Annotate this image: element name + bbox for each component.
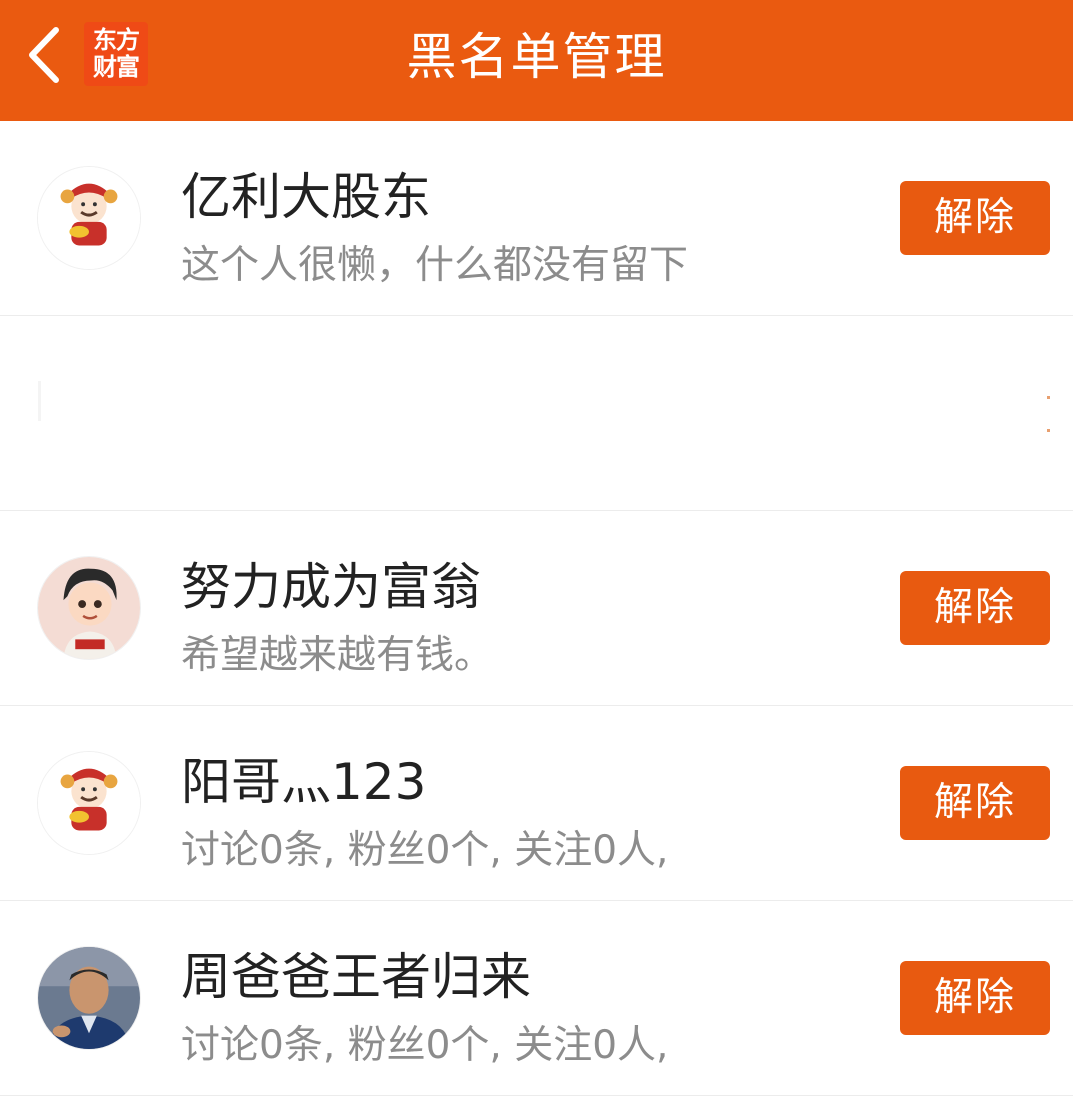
mascot-avatar[interactable]	[37, 751, 141, 855]
page-title: 黑名单管理	[406, 28, 667, 86]
edge-artifact	[38, 381, 41, 421]
user-subtitle: 这个人很懒，什么都没有留下	[181, 243, 689, 288]
unblock-button[interactable]: 解除	[900, 766, 1050, 840]
edge-artifact	[1047, 396, 1050, 446]
user-name: 努力成为富翁	[181, 558, 481, 616]
list-item	[0, 316, 1073, 511]
unblock-button[interactable]: 解除	[900, 571, 1050, 645]
user-name: 阳哥灬123	[181, 753, 427, 811]
list-item: 阳哥灬123 讨论0条, 粉丝0个, 关注0人, 解除	[0, 706, 1073, 901]
photo-avatar[interactable]	[37, 946, 141, 1050]
user-name: 周爸爸王者归来	[181, 948, 531, 1006]
user-name: 亿利大股东	[181, 168, 431, 226]
unblock-button[interactable]: 解除	[900, 181, 1050, 255]
mascot-avatar[interactable]	[37, 166, 141, 270]
user-subtitle: 讨论0条, 粉丝0个, 关注0人,	[181, 1023, 669, 1068]
cartoon-boy-avatar[interactable]	[37, 556, 141, 660]
list-item: 努力成为富翁 希望越来越有钱。 解除	[0, 511, 1073, 706]
user-subtitle: 希望越来越有钱。	[181, 633, 494, 678]
user-subtitle: 讨论0条, 粉丝0个, 关注0人,	[181, 828, 669, 873]
header-bar: 东方 财富 黑名单管理	[0, 0, 1073, 121]
list-item: 周爸爸王者归来 讨论0条, 粉丝0个, 关注0人, 解除	[0, 901, 1073, 1096]
list-item: 亿利大股东 这个人很懒，什么都没有留下 解除	[0, 121, 1073, 316]
unblock-button[interactable]: 解除	[900, 961, 1050, 1035]
blacklist: 亿利大股东 这个人很懒，什么都没有留下 解除 努力成为富翁 希望越来越有钱。 解…	[0, 121, 1073, 1096]
